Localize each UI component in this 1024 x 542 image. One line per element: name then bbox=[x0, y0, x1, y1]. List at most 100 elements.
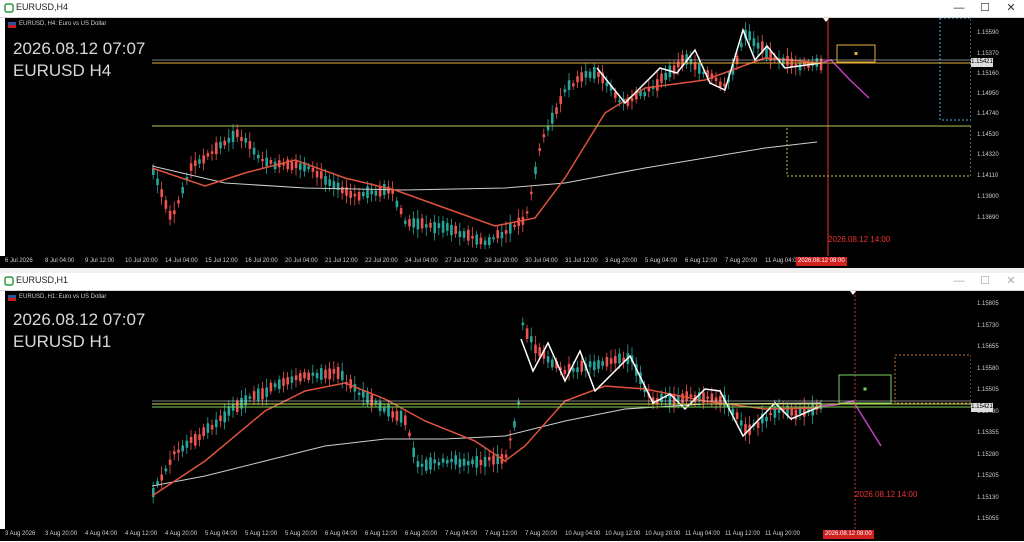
candle-body bbox=[160, 189, 163, 198]
candle-body bbox=[681, 393, 684, 404]
candle-body bbox=[278, 379, 281, 390]
chart-window-h1[interactable]: EURUSD,H1 — ☐ ✕ EURUSD, H1: Euro vs US D… bbox=[0, 273, 1024, 542]
candle-body bbox=[164, 468, 168, 472]
close-button[interactable]: ✕ bbox=[998, 0, 1024, 17]
title-bar-h1[interactable]: EURUSD,H1 — ☐ ✕ bbox=[0, 273, 1024, 291]
time-tick-label: 16 Jul 20:00 bbox=[245, 258, 278, 264]
overlay-symbol: EURUSD H4 bbox=[13, 61, 112, 80]
candle-body bbox=[269, 382, 273, 392]
time-tick-label: 3 Aug 20:00 bbox=[45, 531, 78, 537]
candle-body bbox=[244, 138, 247, 143]
candle-body bbox=[168, 210, 172, 220]
candle-body bbox=[366, 186, 369, 199]
candle-body bbox=[404, 415, 407, 426]
candle-body bbox=[597, 72, 600, 78]
price-tick-label: 1.15160 bbox=[977, 71, 999, 77]
candle-body bbox=[320, 368, 323, 380]
price-chart-h4[interactable]: EURUSD, H4: Euro vs US Dollar 2026.08.12… bbox=[5, 18, 971, 256]
candlestick-chart-svg[interactable] bbox=[5, 291, 971, 529]
candle-body bbox=[504, 454, 508, 458]
price-tick-label: 1.15730 bbox=[977, 323, 999, 329]
candle-body bbox=[265, 157, 268, 167]
candle-body bbox=[769, 412, 772, 415]
time-tick-label: 5 Aug 04:00 bbox=[205, 531, 238, 537]
candle-body bbox=[210, 151, 214, 154]
candle-body bbox=[425, 459, 428, 471]
candle-body bbox=[483, 456, 487, 467]
candle-body bbox=[530, 336, 533, 343]
candle-body bbox=[538, 347, 541, 357]
candle-body bbox=[525, 211, 529, 214]
price-tick-label: 1.15130 bbox=[977, 495, 999, 501]
time-tick-label: 3 Aug 20:00 bbox=[605, 258, 638, 264]
candle-body bbox=[479, 459, 483, 466]
candle-body bbox=[416, 461, 420, 468]
candle-body bbox=[475, 234, 478, 245]
price-tick-label: 1.15055 bbox=[977, 516, 999, 522]
price-axis-h4[interactable]: 1.15590 1.15370 1.15160 1.14950 1.14740 1.145… bbox=[971, 18, 1024, 256]
candle-body bbox=[467, 229, 470, 241]
candle-body bbox=[395, 410, 399, 421]
candle-body bbox=[740, 42, 743, 48]
candle-body bbox=[189, 163, 193, 171]
maximize-button[interactable]: ☐ bbox=[972, 273, 998, 290]
time-marker-label: 2026.08.12 08:00 bbox=[823, 530, 874, 539]
candle-body bbox=[437, 223, 441, 228]
candle-body bbox=[341, 370, 344, 381]
time-tick-label: 4 Aug 04:00 bbox=[85, 531, 118, 537]
candle-body bbox=[580, 360, 583, 372]
candle-body bbox=[576, 76, 579, 83]
candle-body bbox=[521, 322, 525, 326]
vertical-line-label: 2026.08.12 14:00 bbox=[855, 490, 918, 499]
candle-body bbox=[576, 367, 579, 373]
candle-body bbox=[714, 77, 718, 82]
time-tick-label: 27 Jul 12:00 bbox=[445, 258, 478, 264]
candle-body bbox=[282, 378, 285, 386]
minimize-button[interactable]: — bbox=[946, 0, 972, 17]
candle-body bbox=[177, 200, 180, 204]
time-axis-h4[interactable]: 11 Aug 04:00 7 Aug 20:00 6 Aug 12:00 5 Aug … bbox=[0, 256, 1024, 268]
candle-body bbox=[324, 176, 327, 185]
candle-body bbox=[685, 391, 688, 401]
candle-body bbox=[618, 353, 621, 364]
candle-body bbox=[349, 379, 352, 389]
time-axis-h1[interactable]: 11 Aug 20:00 11 Aug 12:00 11 Aug 04:00 10 A… bbox=[0, 529, 1024, 541]
candlestick-chart-svg[interactable] bbox=[5, 18, 971, 256]
candle-body bbox=[177, 449, 180, 453]
time-marker-label: 2026.08.12 08:00 bbox=[796, 257, 847, 266]
candle-body bbox=[546, 356, 550, 363]
candle-body bbox=[202, 155, 205, 164]
candle-body bbox=[698, 63, 701, 74]
candle-body bbox=[332, 181, 336, 189]
candle-body bbox=[240, 136, 243, 142]
candle-body bbox=[252, 147, 256, 155]
candle-body bbox=[500, 231, 504, 239]
candle-body bbox=[580, 72, 583, 82]
sma-line bbox=[151, 141, 818, 191]
price-tick-label: 1.15355 bbox=[977, 430, 999, 436]
close-button[interactable]: ✕ bbox=[998, 273, 1024, 290]
minimize-button[interactable]: — bbox=[946, 273, 972, 290]
candle-body bbox=[299, 163, 302, 170]
price-chart-h1[interactable]: EURUSD, H1: Euro vs US Dollar 2026.08.12… bbox=[5, 291, 971, 529]
candle-body bbox=[353, 193, 357, 197]
chart-window-h4[interactable]: EURUSD,H4 — ☐ ✕ EURUSD, H4: Euro vs US D… bbox=[0, 0, 1024, 268]
candle-body bbox=[164, 200, 168, 209]
price-tick-label: 1.13900 bbox=[977, 194, 999, 200]
time-tick-label: 5 Aug 20:00 bbox=[285, 531, 318, 537]
candle-body bbox=[756, 42, 760, 49]
title-bar-h4[interactable]: EURUSD,H4 — ☐ ✕ bbox=[0, 0, 1024, 18]
candle-body bbox=[454, 225, 457, 234]
current-price-label: 1.15421 bbox=[971, 403, 993, 412]
candle-body bbox=[748, 31, 751, 41]
target-box bbox=[786, 125, 971, 177]
candle-body bbox=[567, 80, 571, 91]
flag-icon bbox=[8, 295, 16, 301]
candle-body bbox=[555, 107, 558, 115]
candle-body bbox=[588, 361, 592, 368]
candle-body bbox=[185, 440, 189, 448]
candle-body bbox=[551, 112, 554, 124]
maximize-button[interactable]: ☐ bbox=[972, 0, 998, 17]
candle-body bbox=[248, 141, 252, 149]
candle-body bbox=[462, 458, 466, 466]
